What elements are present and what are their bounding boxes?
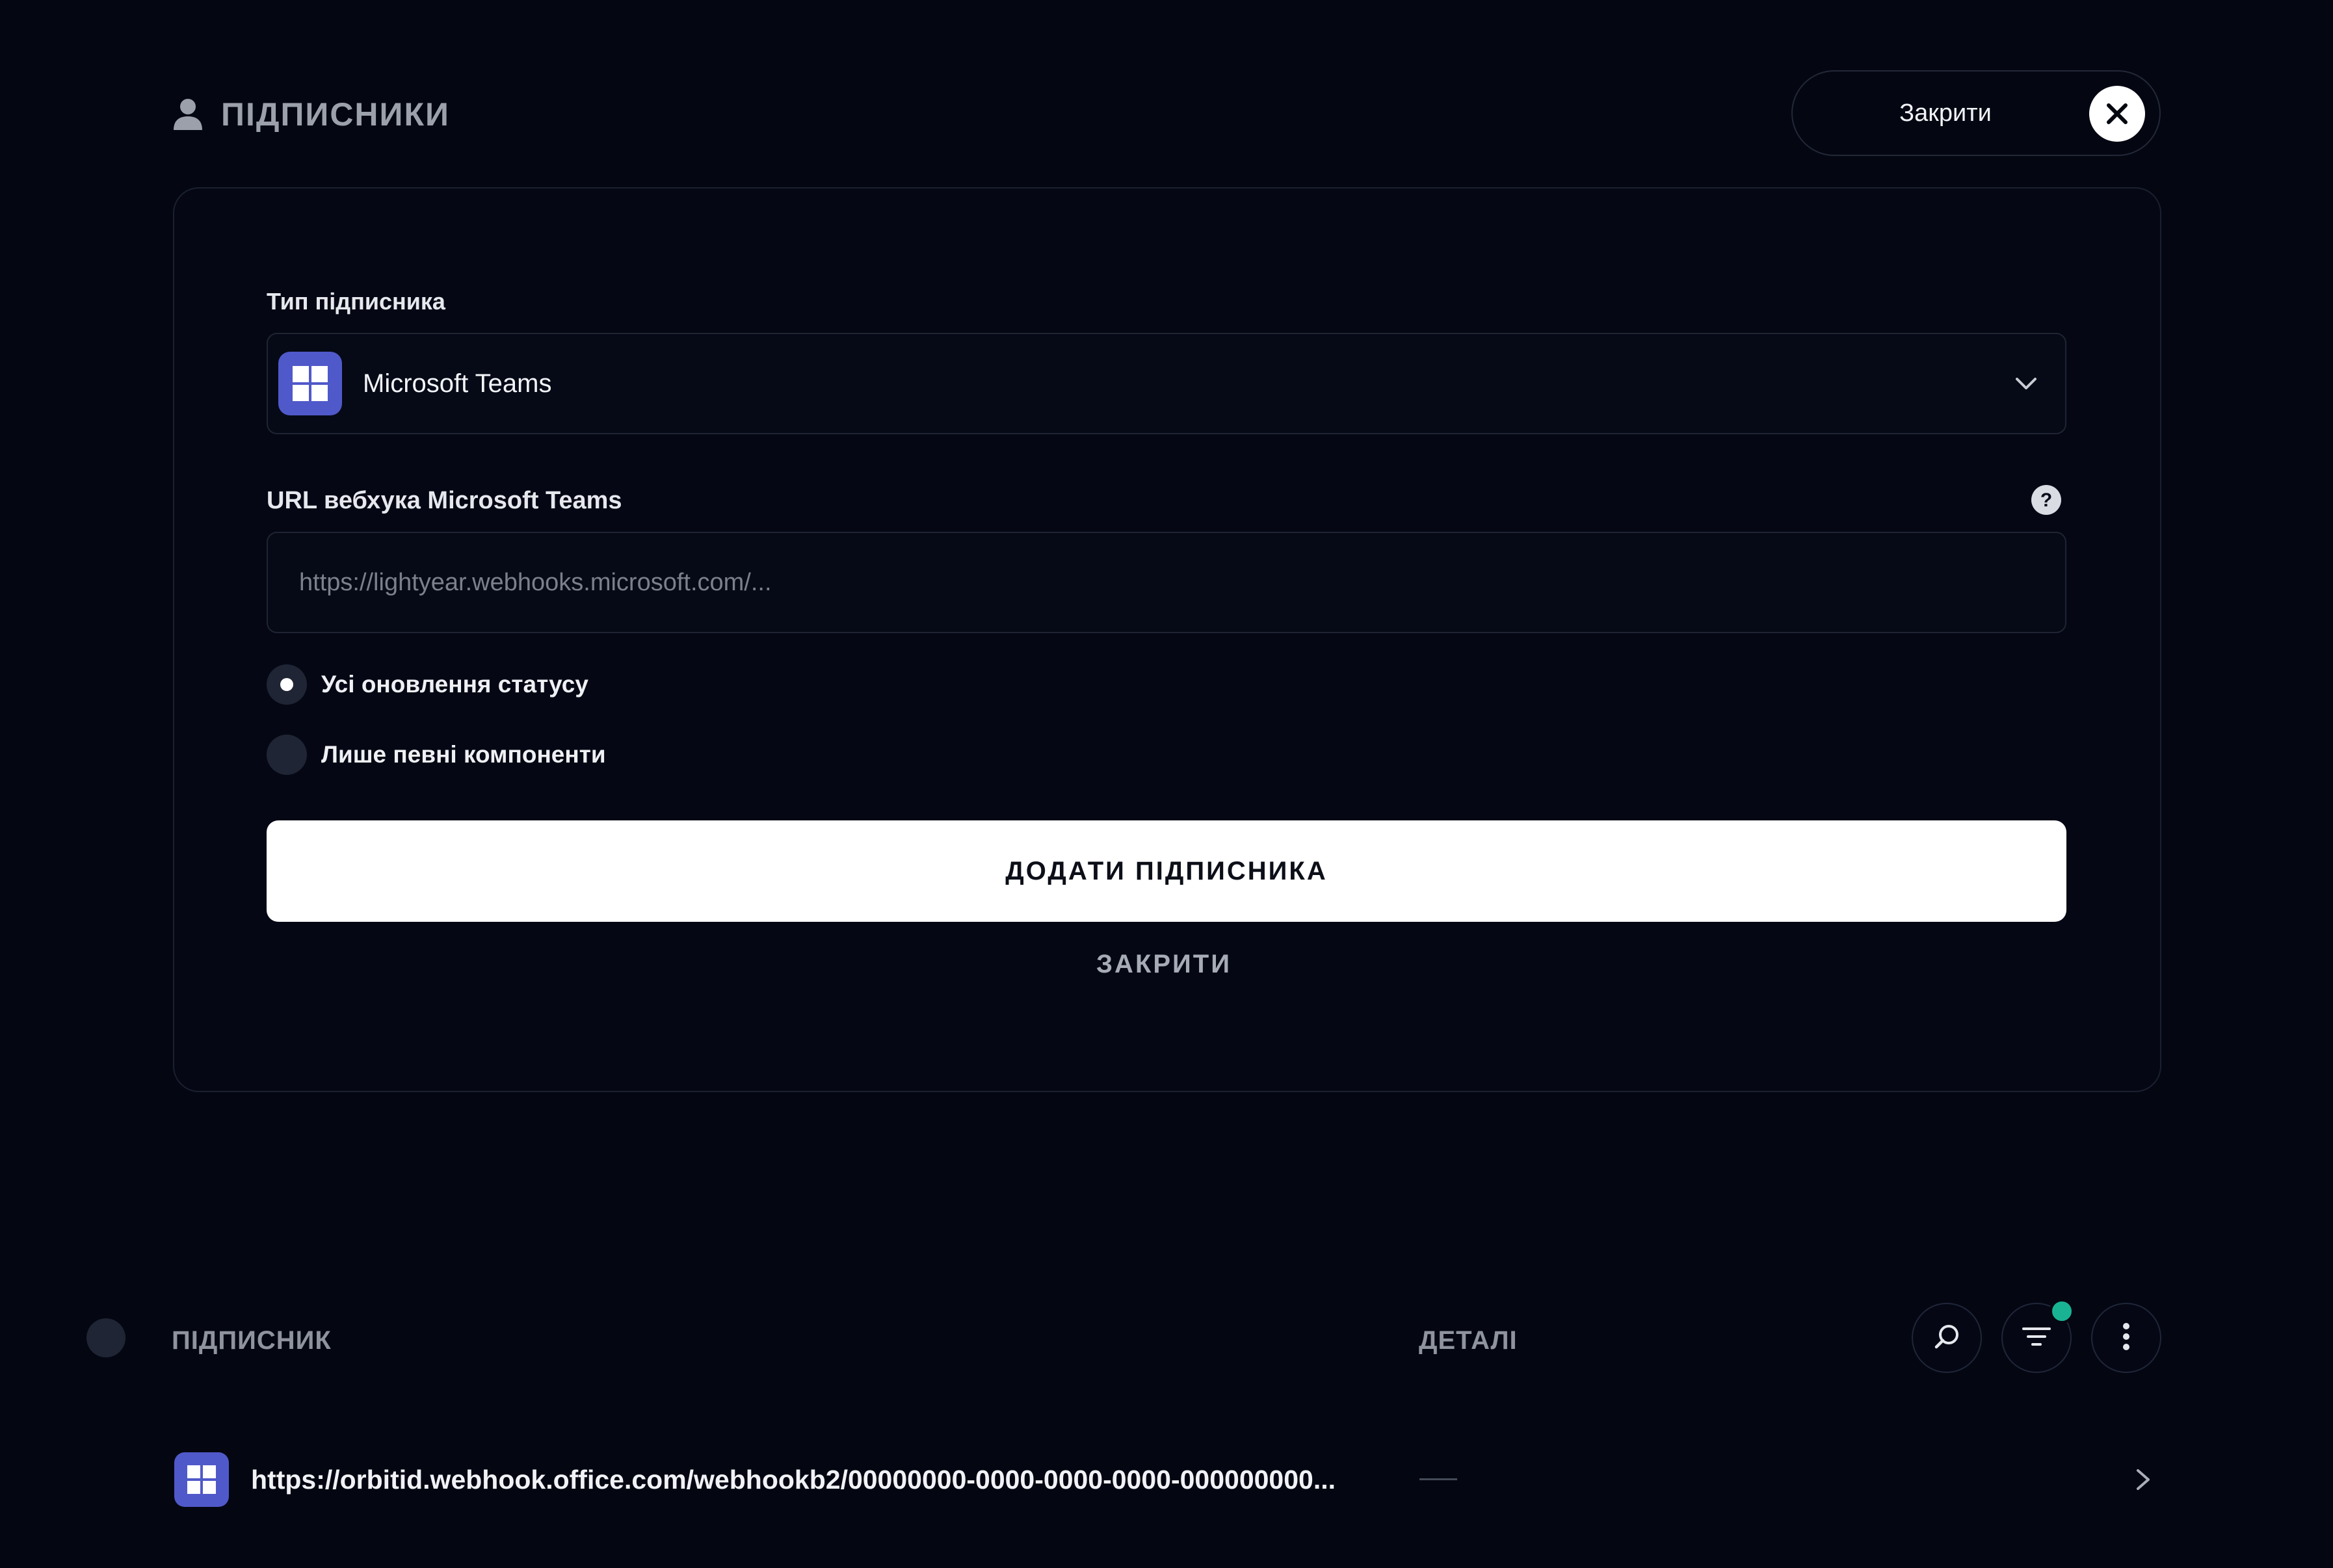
- chevron-down-icon: [2013, 371, 2039, 397]
- add-subscriber-button[interactable]: ДОДАТИ ПІДПИСНИКА: [267, 820, 2066, 922]
- chevron-right-icon[interactable]: [2133, 1467, 2154, 1493]
- more-options-button[interactable]: [2091, 1303, 2161, 1373]
- radio-all-status-updates-label: Усі оновлення статусу: [321, 671, 588, 698]
- webhook-url-input[interactable]: [267, 532, 2066, 633]
- search-button[interactable]: [1912, 1303, 1982, 1373]
- subscriber-type-select[interactable]: Microsoft Teams: [267, 333, 2066, 434]
- cancel-button[interactable]: ЗАКРИТИ: [1034, 941, 1294, 987]
- radio-specific-components[interactable]: [267, 735, 307, 775]
- column-header-subscriber: ПІДПИСНИК: [172, 1326, 332, 1355]
- radio-specific-components-label: Лише певні компоненти: [321, 741, 606, 768]
- search-icon: [1932, 1322, 1961, 1354]
- radio-all-status-updates[interactable]: [267, 664, 307, 705]
- select-all-checkbox[interactable]: [86, 1318, 125, 1357]
- microsoft-teams-icon: [174, 1452, 229, 1507]
- close-panel-label: Закрити: [1899, 99, 1992, 127]
- filter-active-badge: [2050, 1299, 2074, 1324]
- close-icon[interactable]: [2089, 86, 2145, 142]
- microsoft-teams-icon: [278, 352, 342, 415]
- more-vertical-icon: [2122, 1322, 2131, 1354]
- column-header-details: ДЕТАЛІ: [1419, 1326, 1518, 1355]
- help-icon[interactable]: ?: [2031, 484, 2062, 516]
- webhook-url-label: URL вебхука Microsoft Teams: [267, 487, 622, 514]
- svg-text:?: ?: [2040, 490, 2052, 511]
- close-panel-button[interactable]: Закрити: [1791, 70, 2161, 156]
- subscriber-type-label: Тип підписника: [267, 288, 445, 315]
- user-icon: [172, 98, 204, 131]
- subscriber-type-value: Microsoft Teams: [363, 369, 552, 398]
- page-title: ПІДПИСНИКИ: [221, 96, 450, 133]
- subscriber-row-url[interactable]: https://orbitid.webhook.office.com/webho…: [251, 1460, 1336, 1499]
- filter-icon: [2022, 1324, 2051, 1353]
- details-empty-dash: [1419, 1478, 1457, 1480]
